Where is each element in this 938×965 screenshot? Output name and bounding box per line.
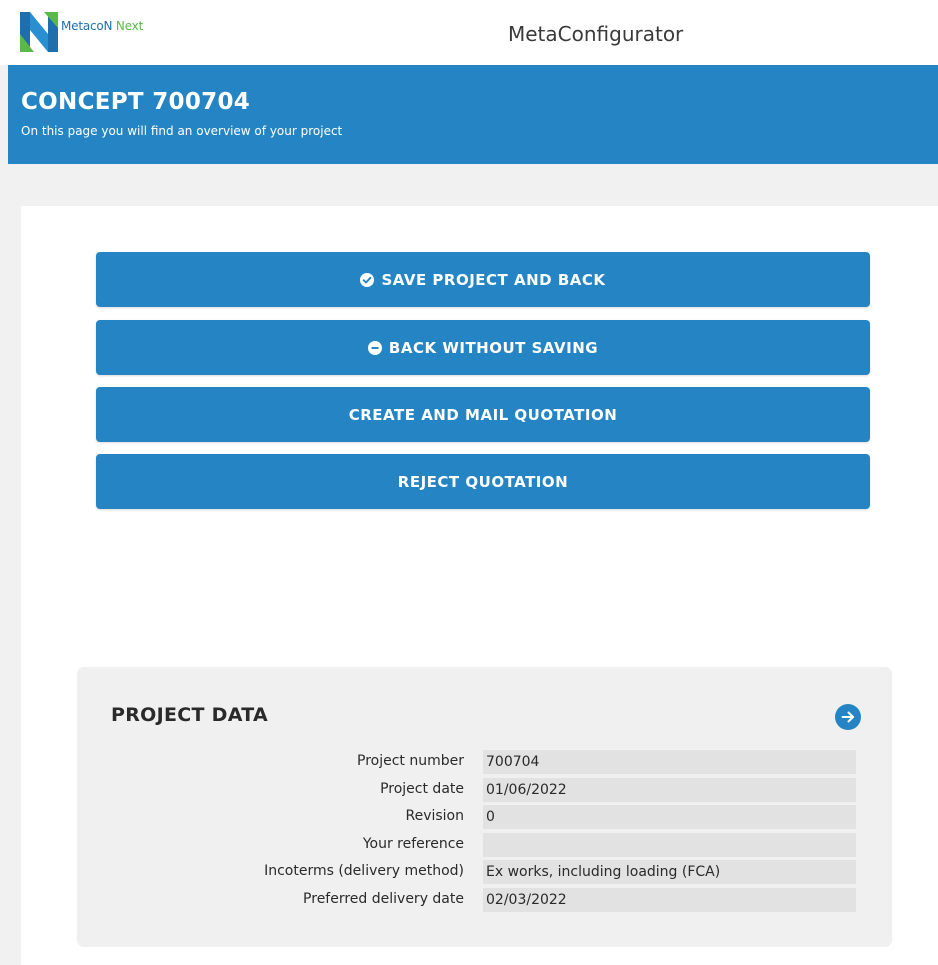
reject-quotation-button[interactable]: REJECT QUOTATION (96, 454, 870, 509)
incoterms-value: Ex works, including loading (FCA) (483, 860, 856, 884)
metacon-logo[interactable]: MetacoN Next (20, 12, 143, 52)
page-subtitle: On this page you will find an overview o… (21, 124, 343, 138)
logo-text-main: MetacoN (61, 19, 113, 33)
check-circle-icon (360, 272, 375, 287)
revision-row: Revision 0 (77, 805, 892, 829)
incoterms-label: Incoterms (delivery method) (264, 863, 464, 879)
project-number-value: 700704 (483, 750, 856, 774)
project-number-label: Project number (357, 753, 464, 769)
revision-value: 0 (483, 805, 856, 829)
top-bar: MetacoN Next MetaConfigurator (0, 0, 938, 65)
project-data-title: PROJECT DATA (111, 704, 269, 726)
create-and-mail-quotation-label: CREATE AND MAIL QUOTATION (348, 405, 618, 424)
page-header: CONCEPT 700704 On this page you will fin… (8, 65, 938, 164)
revision-label: Revision (405, 808, 464, 824)
incoterms-row: Incoterms (delivery method) Ex works, in… (77, 860, 892, 884)
metacon-logo-icon (20, 12, 58, 52)
project-date-value: 01/06/2022 (483, 778, 856, 802)
project-number-row: Project number 700704 (77, 750, 892, 774)
preferred-delivery-date-value: 02/03/2022 (483, 888, 856, 912)
page-title: CONCEPT 700704 (21, 89, 251, 115)
save-project-and-back-label: SAVE PROJECT AND BACK (381, 270, 606, 289)
app-title: MetaConfigurator (508, 22, 684, 46)
back-without-saving-button[interactable]: BACK WITHOUT SAVING (96, 320, 870, 375)
logo-text-next: Next (112, 19, 144, 33)
reject-quotation-label: REJECT QUOTATION (397, 472, 569, 491)
save-project-and-back-button[interactable]: SAVE PROJECT AND BACK (96, 252, 870, 307)
project-date-label: Project date (380, 781, 464, 797)
project-data-panel: PROJECT DATA Project number 700704 Proje… (77, 667, 892, 947)
preferred-delivery-date-row: Preferred delivery date 02/03/2022 (77, 888, 892, 912)
your-reference-value (483, 833, 856, 857)
arrow-right-circle-icon[interactable] (834, 703, 862, 731)
back-without-saving-label: BACK WITHOUT SAVING (388, 338, 599, 357)
your-reference-label: Your reference (362, 836, 464, 852)
minus-circle-icon (367, 340, 382, 355)
preferred-delivery-date-label: Preferred delivery date (303, 891, 464, 907)
your-reference-row: Your reference (77, 833, 892, 857)
create-and-mail-quotation-button[interactable]: CREATE AND MAIL QUOTATION (96, 387, 870, 442)
project-date-row: Project date 01/06/2022 (77, 778, 892, 802)
logo-text: MetacoN Next (61, 19, 143, 33)
